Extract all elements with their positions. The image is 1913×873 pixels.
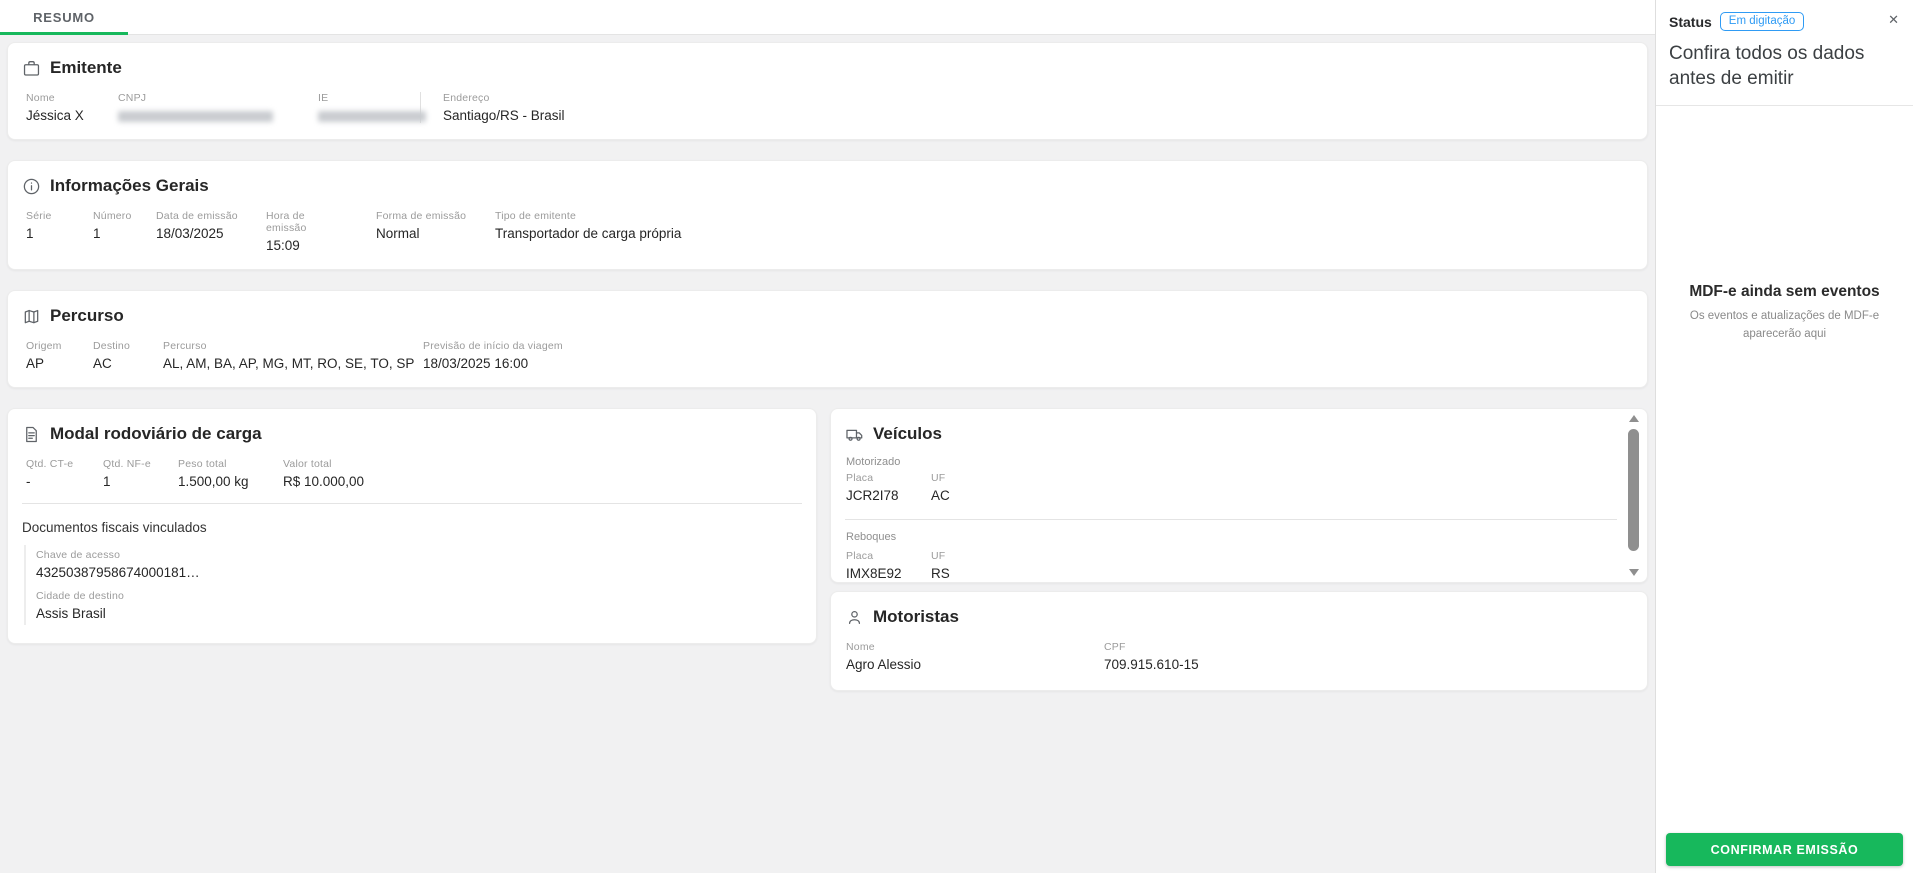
events-empty-state: MDF-e ainda sem eventos Os eventos e atu… <box>1656 283 1913 344</box>
card-informacoes-gerais-title: Informações Gerais <box>50 176 209 196</box>
tab-bar: RESUMO <box>0 0 1655 35</box>
chave-acesso-value: 43250387958674000181… <box>36 565 802 580</box>
ie-label: IE <box>318 92 406 104</box>
forma-emissao-label: Forma de emissão <box>376 210 495 222</box>
reboques-group-label: Reboques <box>831 520 1647 543</box>
scroll-up-arrow-icon[interactable] <box>1629 415 1639 422</box>
card-informacoes-gerais: Informações Gerais Série 1 Número 1 Data… <box>7 160 1648 270</box>
card-motoristas-title: Motoristas <box>873 607 959 627</box>
documento-fiscal-item: Chave de acesso 43250387958674000181… Ci… <box>24 545 802 625</box>
mdfe-review-page: RESUMO Emitente Nome Jéssica X CNPJ <box>0 0 1913 873</box>
numero-label: Número <box>93 210 156 222</box>
empty-state-title: MDF-e ainda sem eventos <box>1656 283 1913 301</box>
cnpj-redacted-value <box>118 111 273 122</box>
card-percurso-title: Percurso <box>50 306 124 326</box>
reboque-placa-label: Placa <box>846 550 931 562</box>
data-emissao-label: Data de emissão <box>156 210 266 222</box>
confirmar-emissao-button[interactable]: CONFIRMAR EMISSÃO <box>1666 833 1903 866</box>
card-percurso: Percurso Origem AP Destino AC Percurso A… <box>7 290 1648 388</box>
destino-label: Destino <box>93 340 163 352</box>
numero-value: 1 <box>93 226 156 241</box>
qtd-nfe-label: Qtd. NF-e <box>103 458 178 470</box>
destino-value: AC <box>93 356 163 371</box>
peso-total-label: Peso total <box>178 458 283 470</box>
qtd-cte-value: - <box>26 474 103 489</box>
empty-state-subtitle: Os eventos e atualizações de MDF-e apare… <box>1660 308 1909 344</box>
status-label: Status <box>1669 14 1712 30</box>
card-motoristas: Motoristas Nome Agro Alessio CPF 709.915… <box>830 591 1648 691</box>
nome-value: Jéssica X <box>26 108 118 123</box>
card-veiculos-title: Veículos <box>873 424 942 444</box>
card-emitente-title: Emitente <box>50 58 122 78</box>
cidade-destino-label: Cidade de destino <box>36 590 802 602</box>
ie-redacted-value <box>318 111 426 122</box>
section-divider <box>22 503 802 504</box>
nome-label: Nome <box>26 92 118 104</box>
status-sidebar: Status Em digitação ✕ Confira todos os d… <box>1655 0 1913 873</box>
endereco-label: Endereço <box>443 92 565 104</box>
reboque-placa-value: IMX8E92 <box>846 566 931 581</box>
qtd-cte-label: Qtd. CT-e <box>26 458 103 470</box>
motorizado-placa-value: JCR2I78 <box>846 488 931 503</box>
info-icon <box>22 177 41 196</box>
map-icon <box>22 307 41 326</box>
card-emitente: Emitente Nome Jéssica X CNPJ IE <box>7 42 1648 140</box>
card-modal-rodoviario-title: Modal rodoviário de carga <box>50 424 262 444</box>
valor-total-value: R$ 10.000,00 <box>283 474 364 489</box>
card-modal-rodoviario: Modal rodoviário de carga Qtd. CT-e - Qt… <box>7 408 817 644</box>
motorizado-placa-label: Placa <box>846 472 931 484</box>
motorista-nome-value: Agro Alessio <box>846 657 1104 672</box>
motorista-cpf-value: 709.915.610-15 <box>1104 657 1199 672</box>
previsao-inicio-value: 18/03/2025 16:00 <box>423 356 563 371</box>
scroll-down-arrow-icon[interactable] <box>1629 569 1639 576</box>
close-icon[interactable]: ✕ <box>1888 13 1899 26</box>
person-icon <box>845 608 864 627</box>
data-emissao-value: 18/03/2025 <box>156 226 266 241</box>
truck-icon <box>845 425 864 444</box>
status-badge: Em digitação <box>1720 12 1804 31</box>
tipo-emitente-value: Transportador de carga própria <box>495 226 681 241</box>
briefcase-icon <box>22 59 41 78</box>
veiculos-scrollbar <box>1627 413 1641 578</box>
document-icon <box>22 425 41 444</box>
tipo-emitente-label: Tipo de emitente <box>495 210 681 222</box>
origem-value: AP <box>26 356 93 371</box>
motorizado-uf-label: UF <box>931 472 950 484</box>
card-veiculos: Veículos Motorizado Placa JCR2I78 UF AC <box>830 408 1648 583</box>
forma-emissao-value: Normal <box>376 226 495 241</box>
motorista-cpf-label: CPF <box>1104 641 1199 653</box>
motorista-nome-label: Nome <box>846 641 1104 653</box>
hora-emissao-label: Hora de emissão <box>266 210 318 234</box>
cnpj-label: CNPJ <box>118 92 318 104</box>
sidebar-divider <box>1656 105 1913 106</box>
docs-vinculados-title: Documentos fiscais vinculados <box>8 508 816 541</box>
reboque-uf-value: RS <box>931 566 950 581</box>
reboque-uf-label: UF <box>931 550 950 562</box>
serie-label: Série <box>26 210 93 222</box>
tab-resumo[interactable]: RESUMO <box>0 0 128 35</box>
peso-total-value: 1.500,00 kg <box>178 474 283 489</box>
sidebar-headline: Confira todos os dados antes de emitir <box>1669 41 1901 91</box>
main-panel: RESUMO Emitente Nome Jéssica X CNPJ <box>0 0 1655 873</box>
previsao-inicio-label: Previsão de início da viagem <box>423 340 563 352</box>
percurso-value: AL, AM, BA, AP, MG, MT, RO, SE, TO, SP <box>163 356 423 371</box>
chave-acesso-label: Chave de acesso <box>36 549 802 561</box>
endereco-value: Santiago/RS - Brasil <box>443 108 565 123</box>
cidade-destino-value: Assis Brasil <box>36 606 802 621</box>
origem-label: Origem <box>26 340 93 352</box>
scrollbar-thumb[interactable] <box>1628 429 1639 551</box>
percurso-label: Percurso <box>163 340 423 352</box>
active-tab-indicator <box>0 32 128 35</box>
motorizado-uf-value: AC <box>931 488 950 503</box>
valor-total-label: Valor total <box>283 458 364 470</box>
hora-emissao-value: 15:09 <box>266 238 376 253</box>
summary-content: Emitente Nome Jéssica X CNPJ IE <box>0 35 1655 691</box>
tab-resumo-label: RESUMO <box>33 10 95 25</box>
motorizado-group-label: Motorizado <box>831 448 1647 468</box>
qtd-nfe-value: 1 <box>103 474 178 489</box>
serie-value: 1 <box>26 226 93 241</box>
